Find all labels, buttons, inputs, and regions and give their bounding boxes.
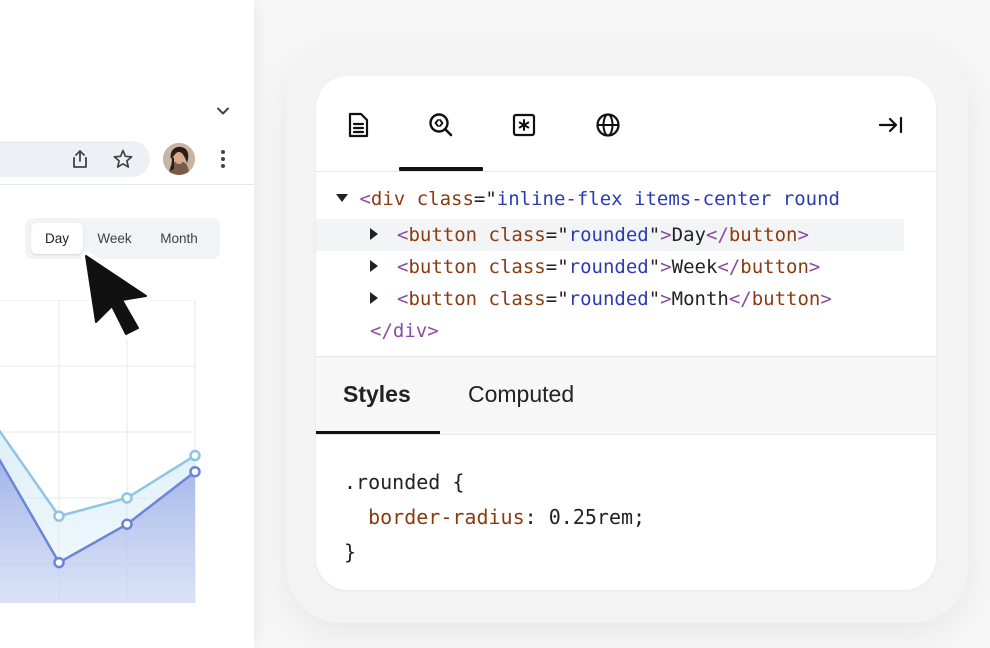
subtab-divider bbox=[316, 434, 936, 435]
dom-node-root-close[interactable]: </div> bbox=[316, 315, 936, 347]
share-icon[interactable] bbox=[69, 148, 91, 170]
series-1-point bbox=[121, 492, 133, 504]
expand-triangle-icon[interactable] bbox=[370, 259, 378, 272]
dom-node-button-month[interactable]: <button class="rounded">Month</button> bbox=[316, 283, 936, 315]
document-icon[interactable] bbox=[343, 110, 373, 140]
series-1-point bbox=[53, 510, 65, 522]
cursor-pointer-icon bbox=[81, 251, 151, 339]
css-selector[interactable]: .rounded { bbox=[344, 465, 464, 499]
globe-icon[interactable] bbox=[593, 110, 623, 140]
series-2-point bbox=[121, 518, 133, 530]
dom-node-root-open[interactable]: <div class="inline-flex items-center rou… bbox=[316, 183, 936, 215]
star-icon[interactable] bbox=[112, 148, 134, 170]
dom-node-button-week[interactable]: <button class="rounded">Week</button> bbox=[316, 251, 936, 283]
tab-styles[interactable]: Styles bbox=[343, 381, 411, 408]
toolbar-divider bbox=[0, 184, 254, 185]
inspect-code-icon[interactable] bbox=[426, 110, 456, 140]
expand-triangle-icon[interactable] bbox=[370, 291, 378, 304]
asterisk-box-icon[interactable] bbox=[509, 110, 539, 140]
more-vert-icon[interactable] bbox=[214, 148, 232, 170]
area-chart bbox=[0, 300, 201, 603]
avatar[interactable] bbox=[163, 143, 195, 175]
tab-computed[interactable]: Computed bbox=[468, 381, 574, 408]
collapse-triangle-icon[interactable] bbox=[336, 193, 348, 202]
chevron-down-icon[interactable] bbox=[214, 102, 232, 120]
header-divider bbox=[316, 171, 936, 172]
devtools-panel: <div class="inline-flex items-center rou… bbox=[316, 76, 936, 590]
expand-triangle-icon[interactable] bbox=[370, 227, 378, 240]
series-2-point bbox=[53, 556, 65, 569]
css-closing-brace: } bbox=[344, 540, 357, 564]
collapse-right-icon[interactable] bbox=[876, 110, 906, 140]
browser-window: Day Week Month bbox=[0, 0, 254, 648]
dom-node-button-day[interactable]: <button class="rounded">Day</button> bbox=[316, 219, 904, 251]
css-declaration[interactable]: border-radius: 0.25rem; bbox=[344, 500, 645, 534]
series-2-point bbox=[189, 465, 201, 478]
series-1-point bbox=[189, 449, 201, 462]
